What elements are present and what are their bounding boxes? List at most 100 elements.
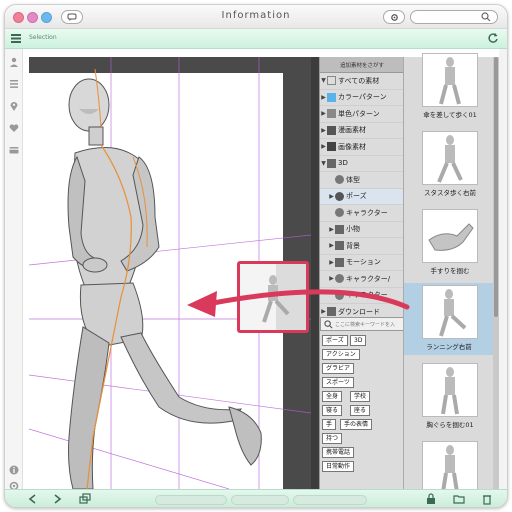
- tag-button[interactable]: 日常動作: [322, 461, 355, 472]
- motion-icon: [335, 257, 344, 267]
- material-thumbnails: 傘を差して歩く01 スタスタ歩く右前 手すりを掴む ランニング右前 胸ぐらを掴む…: [403, 53, 499, 489]
- tree-item-character[interactable]: キャラクター: [320, 205, 404, 222]
- tag-button[interactable]: 学校: [350, 391, 371, 402]
- back-icon[interactable]: [27, 493, 39, 505]
- tree-item-motion[interactable]: ▶ モーション: [320, 255, 404, 271]
- refresh-icon[interactable]: [487, 32, 499, 44]
- trash-icon[interactable]: [481, 493, 493, 505]
- tag-button[interactable]: 携帯電話: [322, 447, 355, 458]
- expand-arrow-icon[interactable]: ▶: [328, 242, 335, 249]
- tree-item-comic[interactable]: ▶ 漫画素材: [320, 123, 404, 139]
- tree-item-objects[interactable]: ▶ 小物: [320, 222, 404, 238]
- find-materials-label[interactable]: 追加素材をさがす: [340, 61, 384, 69]
- image-icon: [327, 142, 336, 152]
- tree-item-background[interactable]: ▶ 背景: [320, 238, 404, 255]
- expand-arrow-icon[interactable]: ▶: [320, 94, 327, 101]
- pattern-icon: [327, 109, 336, 119]
- folder-icon[interactable]: [453, 493, 465, 505]
- heart-icon[interactable]: [9, 123, 19, 133]
- cube-icon: [327, 158, 336, 168]
- settings-button[interactable]: [383, 10, 405, 24]
- toolbar-slot[interactable]: [155, 495, 227, 505]
- tag-button[interactable]: スポーツ: [322, 377, 354, 388]
- title-bar: Information: [5, 5, 507, 29]
- thumbnail-caption: スタスタ歩く右前: [424, 189, 476, 197]
- info-icon[interactable]: [9, 465, 19, 475]
- thumbnail-item[interactable]: 傘を差して歩く01: [410, 51, 490, 123]
- thumbnail-caption: 傘を差して歩く01: [423, 111, 477, 119]
- pose-icon: [335, 191, 344, 201]
- figure-thumbnail-image: [422, 285, 478, 339]
- tag-button[interactable]: 手の表情: [340, 419, 373, 430]
- scrollbar-handle[interactable]: [494, 57, 498, 317]
- tree-item-label: 漫画素材: [338, 126, 366, 135]
- thumbnail-caption: ランニング右前: [426, 343, 472, 351]
- thumbnail-item-selected[interactable]: ランニング右前: [404, 283, 494, 355]
- search-field[interactable]: [410, 10, 498, 24]
- thumbnail-item[interactable]: スタスタ歩く右前: [410, 129, 490, 201]
- tag-button[interactable]: 持つ: [322, 433, 343, 444]
- windows-icon[interactable]: [79, 493, 91, 505]
- expand-arrow-icon[interactable]: ▶: [320, 143, 327, 150]
- location-icon[interactable]: [9, 101, 19, 111]
- pattern-icon: [327, 92, 336, 102]
- figure-thumbnail-image: [422, 131, 478, 185]
- tree-item-label: キャラクター: [346, 208, 388, 217]
- object-icon: [335, 224, 344, 234]
- search-icon: [481, 12, 491, 22]
- gear-icon: [390, 13, 398, 21]
- expand-arrow-icon[interactable]: ▶: [320, 127, 327, 134]
- tree-item-label: すべての素材: [338, 76, 380, 85]
- expand-arrow-icon[interactable]: ▶: [328, 226, 335, 233]
- tree-item-label: 小物: [346, 225, 360, 234]
- thumbnail-scrollbar[interactable]: [493, 57, 499, 489]
- thumbnail-caption: 手すりを掴む: [430, 267, 470, 275]
- material-panel: 追加素材をさがす ▼ すべての素材 ▶ カラーパターン ▶ 単色パターン ▶ 漫画素材 …: [319, 57, 404, 489]
- tree-item-all[interactable]: ▼ すべての素材: [320, 73, 404, 90]
- tree-item-pose[interactable]: ▶ ポーズ: [320, 188, 404, 205]
- tag-button[interactable]: 全身: [322, 391, 343, 402]
- folder-icon: [327, 76, 336, 86]
- tree-item-label: 3D: [338, 159, 348, 168]
- figure-thumbnail-image: [422, 441, 478, 489]
- toolbar-slot[interactable]: [293, 495, 367, 505]
- menu-icon[interactable]: [11, 33, 21, 43]
- tab-bar: Selection: [5, 29, 507, 49]
- tab-selection[interactable]: Selection: [29, 34, 57, 41]
- tree-item-mono-pattern[interactable]: ▶ 単色パターン: [320, 106, 404, 123]
- lock-icon[interactable]: [425, 493, 437, 505]
- panel-header: 追加素材をさがす: [320, 57, 404, 73]
- hand-thumbnail-image: [422, 209, 478, 263]
- expand-arrow-icon[interactable]: ▶: [328, 259, 335, 266]
- forward-icon[interactable]: [51, 493, 63, 505]
- thumbnail-item[interactable]: [410, 439, 490, 489]
- user-icon[interactable]: [9, 57, 19, 67]
- toolbar-slot[interactable]: [231, 495, 289, 505]
- thumbnail-caption: 胸ぐらを掴む01: [426, 421, 474, 429]
- expand-arrow-icon[interactable]: ▼: [320, 77, 327, 84]
- tag-button[interactable]: グラビア: [322, 363, 355, 374]
- tree-item-3d[interactable]: ▼ 3D: [320, 156, 404, 172]
- tree-item-color-pattern[interactable]: ▶ カラーパターン: [320, 90, 404, 106]
- tree-item-label: 単色パターン: [338, 109, 380, 118]
- tag-button[interactable]: 座る: [350, 405, 371, 416]
- expand-arrow-icon[interactable]: ▶: [328, 193, 335, 200]
- figure-thumbnail-image: [422, 53, 478, 107]
- main-content: 追加素材をさがす ▼ すべての素材 ▶ カラーパターン ▶ 単色パターン ▶ 漫画素材 …: [23, 49, 499, 489]
- tree-item-body[interactable]: 体型: [320, 172, 404, 189]
- list-icon[interactable]: [9, 79, 19, 89]
- tree-item-label: カラーパターン: [338, 93, 387, 102]
- tree-item-label: 体型: [346, 175, 360, 184]
- tag-button[interactable]: 寝る: [322, 405, 343, 416]
- tree-item-label: 画像素材: [338, 142, 366, 151]
- expand-arrow-icon[interactable]: ▶: [320, 110, 327, 117]
- thumbnail-item[interactable]: 胸ぐらを掴む01: [410, 361, 490, 433]
- expand-arrow-icon[interactable]: ▼: [320, 160, 327, 167]
- drag-arrow-icon: [187, 289, 410, 317]
- tree-item-image[interactable]: ▶ 画像素材: [320, 139, 404, 156]
- thumbnail-item[interactable]: 手すりを掴む: [410, 207, 490, 279]
- left-sidebar: [5, 49, 23, 491]
- card-icon[interactable]: [9, 145, 19, 155]
- tree-item-label: 背景: [346, 241, 360, 250]
- tag-button[interactable]: 手: [322, 419, 337, 430]
